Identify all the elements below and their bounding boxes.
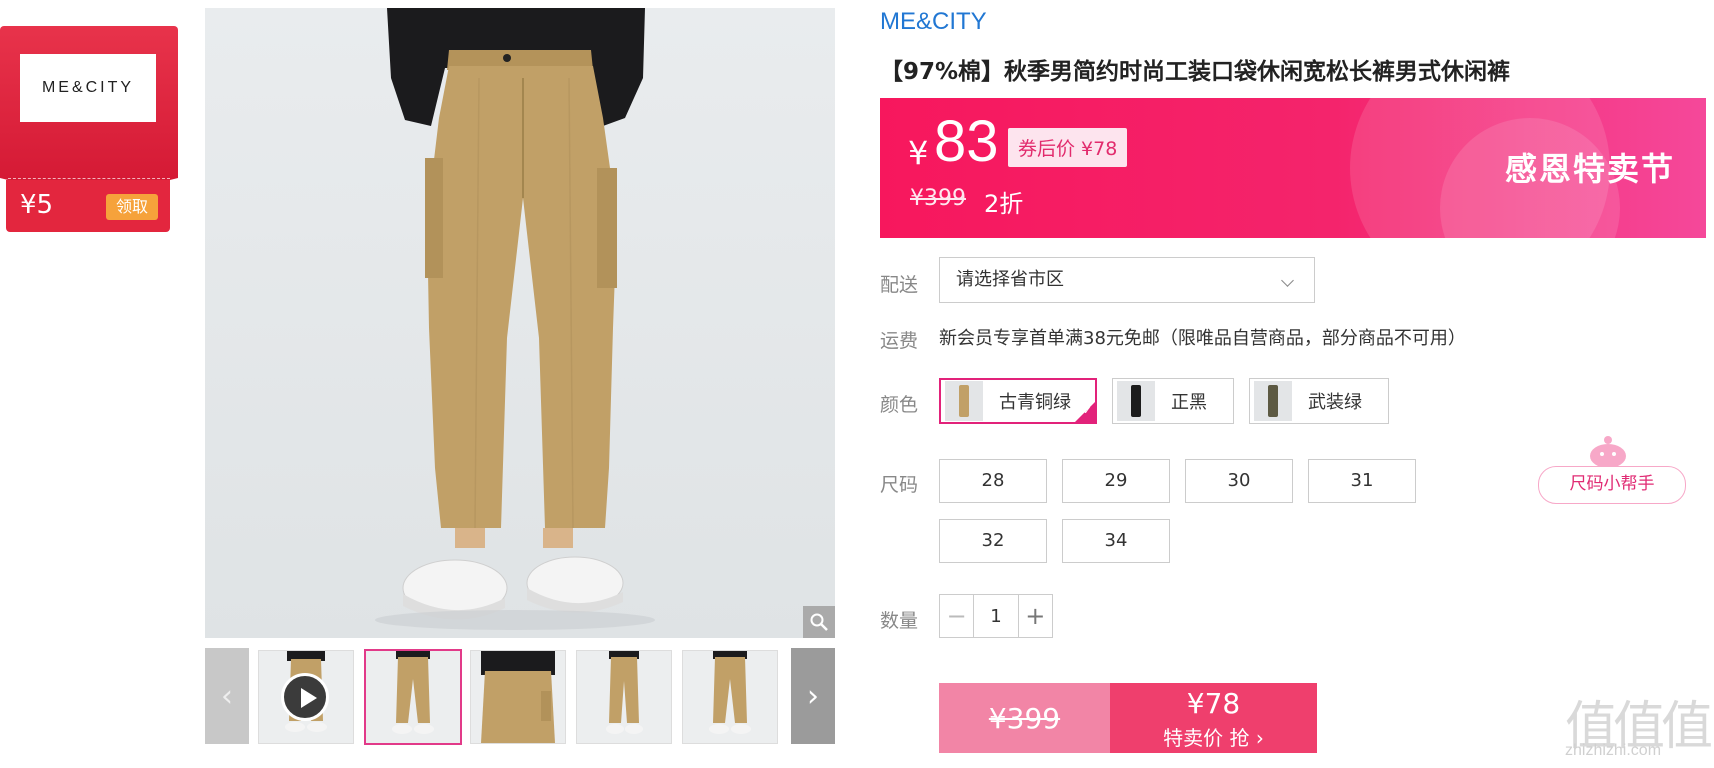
size-option-29[interactable]: 29 (1062, 459, 1170, 503)
buy-now-button[interactable]: ¥78 特卖价 抢 › (1110, 683, 1317, 753)
color-option-label: 正黑 (1171, 392, 1207, 413)
quantity-minus-button[interactable]: − (940, 595, 975, 637)
product-photo (375, 8, 655, 630)
coupon-divider (8, 178, 170, 179)
product-title: 【97%棉】秋季男简约时尚工装口袋休闲宽松长裤男式休闲裤 (880, 59, 1511, 85)
color-option-bronze-green[interactable]: 古青铜绿 ✓ (939, 378, 1097, 424)
color-swatch (945, 381, 983, 421)
delivery-label: 配送 (880, 274, 919, 296)
mascot-icon (1584, 434, 1632, 468)
color-swatch (1117, 381, 1155, 421)
quantity-plus-button[interactable]: + (1017, 595, 1052, 637)
main-product-image[interactable] (205, 8, 835, 638)
quantity-value[interactable]: 1 (974, 595, 1017, 637)
festival-title: 感恩特卖节 (1505, 150, 1676, 188)
current-price: 83 (934, 109, 999, 174)
buy-action-label: 特卖价 抢 › (1163, 726, 1264, 750)
coupon-amount: ¥5 (20, 190, 54, 220)
claim-coupon-button[interactable]: 领取 (106, 194, 158, 220)
size-option-30[interactable]: 30 (1185, 459, 1293, 503)
color-option-black[interactable]: 正黑 (1112, 378, 1234, 424)
color-label: 颜色 (880, 394, 919, 416)
size-option-32[interactable]: 32 (939, 519, 1047, 563)
brand-logo: ME&CITY (20, 54, 156, 122)
region-select[interactable]: 请选择省市区 (939, 257, 1315, 303)
thumbnail-front-selected[interactable] (364, 649, 462, 745)
brand-link[interactable]: ME&CITY (880, 8, 987, 36)
color-option-label: 武装绿 (1308, 392, 1362, 413)
thumbnail-image (481, 651, 555, 743)
chevron-left-icon: ‹ (221, 678, 233, 714)
thumbnail-side[interactable] (576, 650, 672, 744)
thumbnail-detail[interactable] (470, 650, 566, 744)
shipping-info: 新会员专享首单满38元免邮（限唯品自营商品，部分商品不可用） (939, 328, 1466, 349)
play-video-icon[interactable] (281, 673, 329, 721)
thumbnail-image (709, 651, 751, 734)
size-option-28[interactable]: 28 (939, 459, 1047, 503)
coupon-footer: ¥5 领取 (6, 180, 170, 232)
original-price: ¥399 (910, 186, 966, 211)
store-coupon[interactable]: ME&CITY ¥5 领取 (0, 26, 178, 232)
thumbnail-video[interactable] (258, 650, 354, 744)
after-coupon-price: 券后价 ¥78 (1008, 128, 1128, 167)
quantity-label: 数量 (880, 610, 919, 632)
thumbnail-back[interactable] (682, 650, 778, 744)
size-option-34[interactable]: 34 (1062, 519, 1170, 563)
thumbnail-prev-button[interactable]: ‹ (205, 648, 249, 744)
currency-symbol: ¥ (908, 134, 929, 172)
color-option-army-green[interactable]: 武装绿 (1249, 378, 1389, 424)
region-select-value: 请选择省市区 (956, 269, 1064, 290)
buy-price: ¥78 (1186, 687, 1241, 720)
color-swatch (1254, 381, 1292, 421)
size-helper-button[interactable]: 尺码小帮手 (1538, 466, 1686, 504)
watermark-site: zhizhizhi.com (1565, 742, 1662, 759)
coupon-header: ME&CITY (0, 26, 178, 200)
thumbnail-image (392, 651, 434, 734)
size-option-31[interactable]: 31 (1308, 459, 1416, 503)
thumbnail-next-button[interactable]: › (791, 648, 835, 744)
chevron-down-icon (1281, 274, 1294, 287)
quantity-stepper[interactable]: − 1 + (939, 594, 1053, 638)
thumbnail-image (606, 651, 643, 734)
discount-badge: 2折 (984, 190, 1024, 218)
shipping-label: 运费 (880, 330, 919, 352)
buy-original-price: ¥399 (939, 683, 1110, 753)
buy-bar[interactable]: ¥399 ¥78 特卖价 抢 › (939, 683, 1317, 753)
chevron-right-icon: › (807, 678, 819, 714)
check-icon: ✓ (1082, 404, 1092, 417)
zoom-icon[interactable] (803, 606, 835, 638)
size-label: 尺码 (880, 474, 919, 496)
price-banner: ¥ 83 券后价 ¥78 ¥399 2折 感恩特卖节 (880, 98, 1706, 238)
